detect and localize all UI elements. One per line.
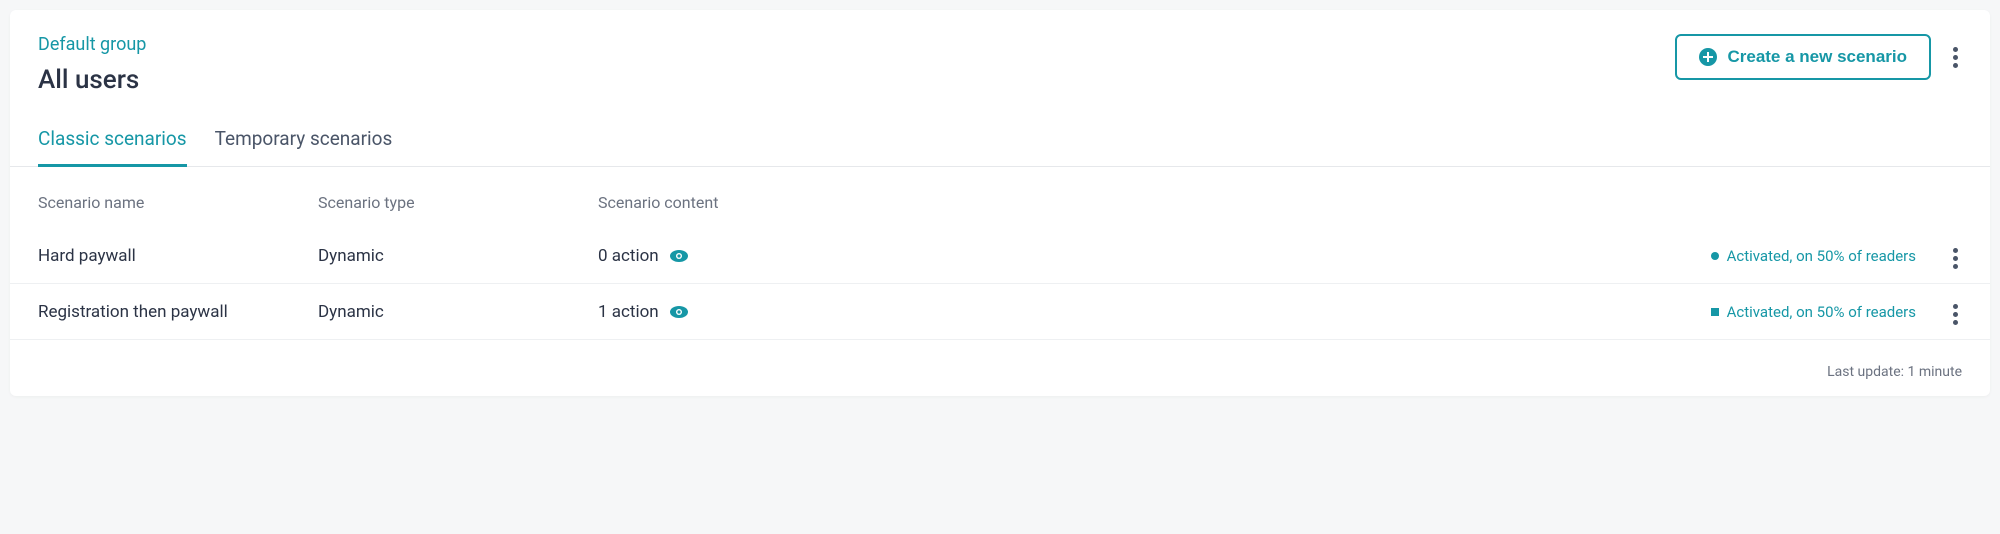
row-kebab-wrap	[1949, 294, 1962, 329]
header-actions: Create a new scenario	[1675, 34, 1962, 80]
status-badge: Activated, on 50% of readers	[1711, 303, 1916, 321]
last-update: Last update: 1 minute	[10, 340, 1990, 396]
create-scenario-label: Create a new scenario	[1727, 47, 1907, 67]
status-badge: Activated, on 50% of readers	[1711, 247, 1916, 265]
table-row[interactable]: Hard paywall Dynamic 0 action Activated,…	[10, 228, 1990, 284]
tabs: Classic scenarios Temporary scenarios	[10, 127, 1990, 167]
card-menu-button[interactable]	[1949, 43, 1962, 72]
page-title: All users	[38, 65, 146, 95]
card-header: Default group All users Create a new sce…	[10, 34, 1990, 95]
table-row[interactable]: Registration then paywall Dynamic 1 acti…	[10, 284, 1990, 340]
table-header: Scenario name Scenario type Scenario con…	[10, 167, 1990, 228]
scenario-name: Hard paywall	[38, 246, 318, 266]
row-menu-button[interactable]	[1949, 244, 1962, 273]
scenarios-card: Default group All users Create a new sce…	[10, 10, 1990, 396]
scenario-content-text: 1 action	[598, 302, 659, 322]
col-name: Scenario name	[38, 193, 318, 212]
scenario-content: 1 action	[598, 302, 1636, 322]
row-kebab-wrap	[1949, 238, 1962, 273]
col-content: Scenario content	[598, 193, 1636, 212]
status-square-icon	[1711, 308, 1719, 316]
row-menu-button[interactable]	[1949, 300, 1962, 329]
tab-temporary-scenarios[interactable]: Temporary scenarios	[215, 127, 393, 166]
create-scenario-button[interactable]: Create a new scenario	[1675, 34, 1931, 80]
eye-icon[interactable]	[669, 249, 689, 263]
col-type: Scenario type	[318, 193, 598, 212]
scenario-content: 0 action	[598, 246, 1636, 266]
scenario-type: Dynamic	[318, 246, 598, 266]
scenario-content-text: 0 action	[598, 246, 659, 266]
status-text: Activated, on 50% of readers	[1727, 247, 1916, 265]
breadcrumb-group[interactable]: Default group	[38, 34, 146, 55]
eye-icon[interactable]	[669, 305, 689, 319]
scenario-type: Dynamic	[318, 302, 598, 322]
scenario-name: Registration then paywall	[38, 302, 318, 322]
plus-circle-icon	[1699, 48, 1717, 66]
status-text: Activated, on 50% of readers	[1727, 303, 1916, 321]
status-dot-icon	[1711, 252, 1719, 260]
header-left: Default group All users	[38, 34, 146, 95]
tab-classic-scenarios[interactable]: Classic scenarios	[38, 127, 187, 166]
